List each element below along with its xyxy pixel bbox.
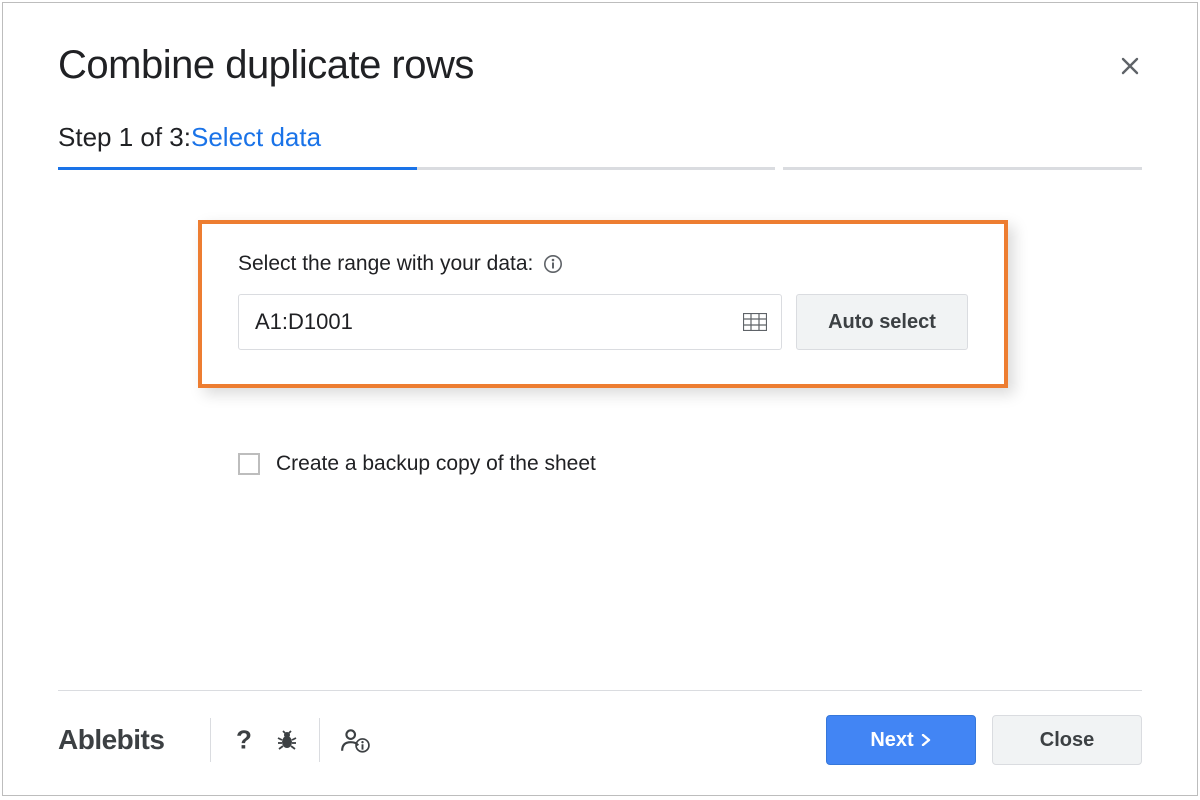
range-label-row: Select the range with your data: [238, 252, 968, 276]
help-button[interactable]: ? [231, 727, 257, 753]
divider [319, 718, 320, 762]
dialog-title: Combine duplicate rows [58, 43, 474, 88]
svg-text:?: ? [237, 727, 253, 753]
bug-icon [275, 728, 299, 752]
range-input[interactable] [253, 308, 743, 336]
range-input-row: Auto select [238, 294, 968, 350]
next-button[interactable]: Next [826, 715, 976, 765]
help-icon: ? [231, 727, 257, 753]
footer-left: Ablebits ? [58, 718, 370, 762]
range-highlight-box: Select the range with your data: [198, 220, 1008, 388]
close-icon [1118, 54, 1142, 78]
info-icon[interactable] [543, 254, 563, 274]
range-input-wrap[interactable] [238, 294, 782, 350]
footer-right: Next Close [826, 715, 1142, 765]
backup-label: Create a backup copy of the sheet [276, 452, 596, 476]
step-highlight: Select data [191, 122, 321, 153]
next-button-label: Next [870, 729, 913, 752]
dialog-header: Combine duplicate rows [58, 43, 1142, 88]
auto-select-button[interactable]: Auto select [796, 294, 968, 350]
step-indicator: Step 1 of 3: Select data [58, 122, 1142, 153]
close-button[interactable] [1118, 54, 1142, 78]
backup-row: Create a backup copy of the sheet [238, 452, 1142, 476]
chevron-right-icon [920, 734, 932, 746]
account-info-icon [340, 727, 370, 753]
grid-selector-icon[interactable] [743, 313, 767, 331]
close-footer-button[interactable]: Close [992, 715, 1142, 765]
backup-checkbox[interactable] [238, 453, 260, 475]
range-label: Select the range with your data: [238, 252, 533, 276]
brand-logo: Ablebits [58, 724, 190, 756]
bug-report-button[interactable] [275, 728, 299, 752]
account-info-button[interactable] [340, 727, 370, 753]
divider [210, 718, 211, 762]
content-area: Select the range with your data: [58, 170, 1142, 690]
dialog-footer: Ablebits ? [58, 690, 1142, 765]
step-prefix: Step 1 of 3: [58, 122, 191, 153]
dialog-combine-duplicate-rows: Combine duplicate rows Step 1 of 3: Sele… [2, 2, 1198, 796]
